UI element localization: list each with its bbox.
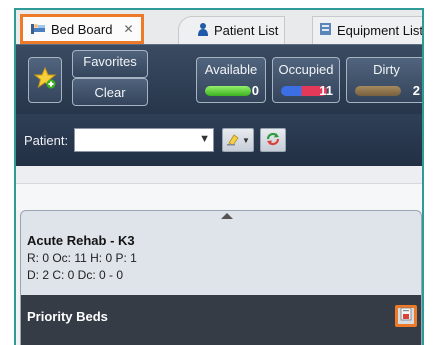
divider bbox=[16, 184, 422, 210]
status-label: Available bbox=[204, 62, 258, 77]
status-count: 2 bbox=[412, 83, 420, 98]
clear-button[interactable]: Clear bbox=[72, 78, 148, 106]
status-occupied[interactable]: Occupied 11 bbox=[272, 57, 340, 103]
chevron-down-icon: ▼ bbox=[199, 133, 210, 145]
refresh-icon bbox=[265, 131, 281, 150]
tab-equipment-list[interactable]: Equipment List bbox=[312, 16, 423, 44]
priority-beds-label: Priority Beds bbox=[27, 309, 108, 324]
status-count: 0 bbox=[251, 83, 259, 98]
close-icon[interactable]: ✕ bbox=[123, 22, 133, 36]
collapse-arrow-icon[interactable] bbox=[221, 213, 233, 219]
status-count: 11 bbox=[319, 83, 333, 98]
unit-card[interactable]: Acute Rehab - K3 R: 0 Oc: 11 H: 0 P: 1 D… bbox=[20, 210, 422, 345]
clear-filter-button[interactable]: ▼ bbox=[222, 128, 254, 152]
status-dirty[interactable]: Dirty 2 bbox=[346, 57, 422, 103]
priority-beds-header: Priority Beds bbox=[21, 295, 421, 345]
tab-label: Patient List bbox=[214, 23, 279, 38]
unit-stats-line: D: 2 C: 0 Dc: 0 - 0 bbox=[27, 268, 124, 282]
refresh-button[interactable] bbox=[260, 128, 286, 152]
tab-patient-list[interactable]: Patient List bbox=[178, 16, 286, 44]
available-indicator bbox=[205, 86, 251, 96]
priority-beds-button[interactable] bbox=[395, 305, 417, 327]
status-available[interactable]: Available 0 bbox=[196, 57, 266, 103]
patient-filter-bar: Patient: ▼ ▼ bbox=[16, 114, 422, 166]
dirty-indicator bbox=[355, 86, 401, 96]
star-add-icon bbox=[33, 66, 57, 95]
patient-icon bbox=[197, 22, 209, 39]
tab-bed-board[interactable]: Bed Board ✕ bbox=[20, 14, 144, 44]
patient-label: Patient: bbox=[24, 133, 69, 148]
divider bbox=[16, 166, 422, 184]
status-toolbar: Favorites Clear Available 0 Occupied 11 … bbox=[16, 44, 422, 114]
status-label: Dirty bbox=[373, 62, 400, 77]
bed-board-icon bbox=[30, 21, 46, 38]
eraser-icon bbox=[226, 132, 240, 149]
tab-bar: Bed Board ✕ Patient List Equipment List bbox=[16, 10, 423, 44]
status-label: Occupied bbox=[278, 62, 334, 77]
chevron-down-icon: ▼ bbox=[242, 135, 250, 145]
equipment-icon bbox=[319, 22, 332, 39]
patient-dropdown[interactable]: ▼ bbox=[74, 128, 214, 152]
document-icon bbox=[400, 307, 412, 326]
tab-label: Equipment List bbox=[337, 23, 423, 38]
add-favorite-button[interactable] bbox=[28, 57, 62, 103]
tab-label: Bed Board bbox=[51, 21, 113, 37]
unit-name: Acute Rehab - K3 bbox=[27, 233, 135, 248]
favorites-button[interactable]: Favorites bbox=[72, 50, 148, 78]
bed-board-window: Bed Board ✕ Patient List Equipment List bbox=[14, 8, 424, 345]
unit-stats-line: R: 0 Oc: 11 H: 0 P: 1 bbox=[27, 251, 137, 265]
